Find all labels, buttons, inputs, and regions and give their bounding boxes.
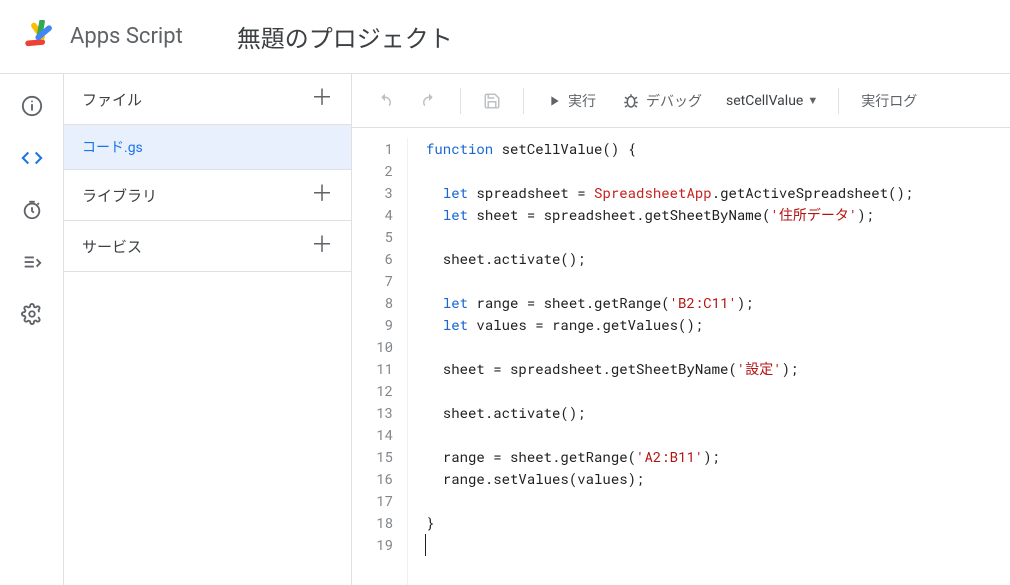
rail-triggers-icon[interactable] (18, 196, 46, 224)
code-line[interactable] (426, 270, 913, 292)
add-service-icon[interactable]: ＋ (311, 235, 333, 257)
chevron-down-icon: ▼ (807, 94, 818, 107)
line-number: 3 (352, 182, 393, 204)
code-line[interactable] (426, 226, 913, 248)
toolbar-separator (838, 88, 839, 114)
toolbar: 実行 デバッグ setCellValue ▼ 実行ログ (352, 74, 1010, 128)
apps-script-logo-icon (20, 19, 56, 55)
rail-settings-icon[interactable] (18, 300, 46, 328)
line-number: 17 (352, 490, 393, 512)
line-number: 16 (352, 468, 393, 490)
line-number: 19 (352, 534, 393, 556)
code-line[interactable]: } (426, 512, 913, 534)
run-label: 実行 (568, 91, 596, 111)
brand-label: Apps Script (70, 24, 183, 49)
code-line[interactable]: sheet = spreadsheet.getSheetByName('設定')… (426, 358, 913, 380)
sidebar-files-label: ファイル (82, 89, 142, 110)
code-line[interactable]: let spreadsheet = SpreadsheetApp.getActi… (426, 182, 913, 204)
sidebar-library-header[interactable]: ライブラリ ＋ (64, 170, 351, 221)
main: ファイル ＋ コード.gs ライブラリ ＋ サービス ＋ (0, 74, 1010, 585)
rail-editor-icon[interactable] (18, 144, 46, 172)
content: 実行 デバッグ setCellValue ▼ 実行ログ 123456789101… (352, 74, 1010, 585)
sidebar-library-label: ライブラリ (82, 185, 157, 206)
code-line[interactable]: sheet.activate(); (426, 402, 913, 424)
left-rail (0, 74, 64, 585)
toolbar-separator (460, 88, 461, 114)
line-number: 12 (352, 380, 393, 402)
sidebar-files-header: ファイル ＋ (64, 74, 351, 125)
header: Apps Script 無題のプロジェクト (0, 0, 1010, 74)
line-number: 18 (352, 512, 393, 534)
line-number: 7 (352, 270, 393, 292)
code-line[interactable] (425, 534, 913, 556)
sidebar-services-label: サービス (82, 236, 142, 257)
code-line[interactable]: sheet.activate(); (426, 248, 913, 270)
file-item[interactable]: コード.gs (64, 125, 351, 170)
function-selected-label: setCellValue (726, 93, 803, 109)
rail-info-icon[interactable] (18, 92, 46, 120)
line-number: 15 (352, 446, 393, 468)
redo-button[interactable] (410, 86, 448, 116)
code-content[interactable]: function setCellValue() { let spreadshee… (408, 138, 913, 585)
code-line[interactable] (426, 490, 913, 512)
line-number: 13 (352, 402, 393, 424)
code-line[interactable] (426, 380, 913, 402)
line-number: 11 (352, 358, 393, 380)
sidebar-services-header[interactable]: サービス ＋ (64, 221, 351, 272)
code-editor[interactable]: 12345678910111213141516171819 function s… (352, 128, 1010, 585)
rail-executions-icon[interactable] (18, 248, 46, 276)
sidebar: ファイル ＋ コード.gs ライブラリ ＋ サービス ＋ (64, 74, 352, 585)
save-button[interactable] (473, 86, 511, 116)
code-line[interactable]: range.setValues(values); (426, 468, 913, 490)
line-number: 1 (352, 138, 393, 160)
project-title[interactable]: 無題のプロジェクト (237, 19, 453, 54)
add-library-icon[interactable]: ＋ (311, 184, 333, 206)
debug-button[interactable]: デバッグ (612, 85, 712, 117)
code-line[interactable] (426, 336, 913, 358)
code-line[interactable]: let sheet = spreadsheet.getSheetByName('… (426, 204, 913, 226)
line-number: 2 (352, 160, 393, 182)
line-number: 14 (352, 424, 393, 446)
file-list: コード.gs (64, 125, 351, 170)
line-gutter: 12345678910111213141516171819 (352, 138, 408, 585)
code-line[interactable]: function setCellValue() { (426, 138, 913, 160)
undo-button[interactable] (366, 86, 404, 116)
debug-label: デバッグ (646, 91, 702, 111)
line-number: 8 (352, 292, 393, 314)
execution-log-label: 実行ログ (861, 91, 917, 111)
line-number: 5 (352, 226, 393, 248)
line-number: 6 (352, 248, 393, 270)
line-number: 9 (352, 314, 393, 336)
code-line[interactable] (426, 424, 913, 446)
code-line[interactable] (426, 160, 913, 182)
code-line[interactable]: range = sheet.getRange('A2:B11'); (426, 446, 913, 468)
function-select[interactable]: setCellValue ▼ (718, 87, 826, 115)
toolbar-separator (523, 88, 524, 114)
line-number: 10 (352, 336, 393, 358)
run-button[interactable]: 実行 (536, 85, 606, 117)
line-number: 4 (352, 204, 393, 226)
add-file-icon[interactable]: ＋ (311, 88, 333, 110)
execution-log-button[interactable]: 実行ログ (851, 85, 927, 117)
code-line[interactable]: let range = sheet.getRange('B2:C11'); (426, 292, 913, 314)
code-line[interactable]: let values = range.getValues(); (426, 314, 913, 336)
